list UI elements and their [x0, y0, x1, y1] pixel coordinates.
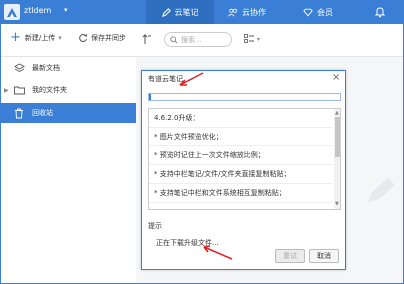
release-notes-box: 4.6.2.0升级： * 图片文件预览优化； * 预览时记住上一次文件缩放比例；…	[148, 108, 341, 210]
tab-collab-label: 云协作	[242, 7, 266, 17]
chevron-down-icon[interactable]: ▾	[64, 6, 68, 14]
tab-collab[interactable]: 云协作	[228, 0, 288, 24]
notification-bell[interactable]	[374, 6, 386, 20]
divider	[149, 164, 333, 165]
scroll-down-arrow-icon[interactable]: ▼	[335, 201, 339, 207]
release-note-item: * 预览时记住上一次文件缩放比例；	[154, 151, 265, 159]
tab-member[interactable]: 会员	[303, 0, 347, 24]
pencil-icon	[161, 7, 171, 17]
close-icon[interactable]: ×	[332, 72, 340, 83]
people-icon	[228, 8, 238, 17]
release-note-item: * 支持中栏笔记/文件/文件夹直接复制粘贴；	[154, 170, 291, 178]
download-progress-bar	[148, 93, 341, 101]
update-dialog: 有道云笔记 × 4.6.2.0升级： * 图片文件预览优化； * 预览时记住上一…	[141, 70, 346, 270]
progress-fill	[149, 94, 151, 100]
retry-button[interactable]: 重试	[275, 249, 305, 263]
divider	[149, 127, 333, 128]
divider	[149, 183, 333, 184]
divider	[149, 145, 333, 146]
release-note-item: * 支持笔记中栏和文件系统相互复制粘贴；	[154, 189, 286, 197]
release-note-item: * 图片文件预览优化；	[154, 133, 223, 141]
top-bar: ztldem ▾ 云笔记 云协作 会员	[0, 0, 404, 24]
scrollbar-thumb[interactable]	[335, 117, 340, 157]
annotation-arrow-icon	[203, 245, 233, 260]
user-avatar-icon	[7, 8, 17, 17]
username[interactable]: ztldem	[24, 6, 51, 15]
tab-notes-label: 云笔记	[174, 7, 199, 17]
scroll-up-arrow-icon[interactable]: ▲	[335, 110, 339, 116]
bell-icon	[374, 7, 386, 18]
divider	[149, 202, 333, 203]
tab-member-label: 会员	[317, 7, 333, 17]
tab-notes[interactable]: 云笔记	[146, 0, 214, 24]
annotation-arrow-icon	[179, 72, 204, 86]
version-line: 4.6.2.0升级：	[154, 114, 200, 122]
release-notes-scrollbar[interactable]: ▲ ▼	[334, 109, 340, 209]
cancel-button[interactable]: 取消	[309, 249, 339, 263]
avatar[interactable]	[4, 4, 20, 20]
diamond-icon	[303, 8, 313, 17]
tip-label: 提示	[148, 222, 162, 230]
